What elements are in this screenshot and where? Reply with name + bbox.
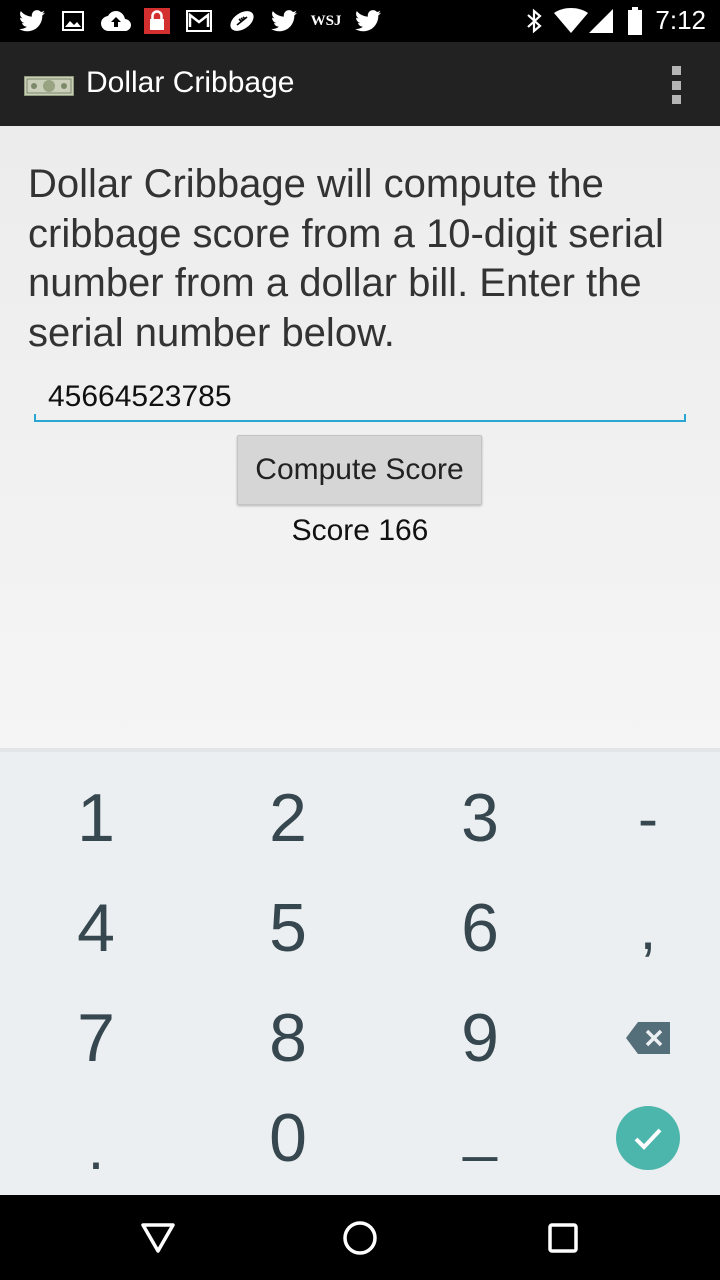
key-5[interactable]: 5	[238, 878, 338, 978]
key-4[interactable]: 4	[46, 878, 146, 978]
twitter-icon	[270, 8, 298, 34]
clock: 7:12	[655, 5, 706, 35]
gmail-icon	[186, 8, 212, 34]
numeric-keyboard: 1 2 3 - 4 5 6 , 7 8 9 . 0 _	[0, 748, 720, 1195]
recents-square-icon[interactable]	[538, 1213, 588, 1263]
score-result: Score 166	[291, 514, 429, 547]
back-triangle-icon[interactable]	[133, 1213, 183, 1263]
home-circle-icon[interactable]	[335, 1213, 385, 1263]
football-icon	[227, 8, 257, 34]
twitter-icon	[18, 8, 46, 34]
key-dash[interactable]: -	[598, 768, 698, 868]
key-2[interactable]: 2	[238, 768, 338, 868]
description-text: Dollar Cribbage will compute the cribbag…	[28, 162, 664, 355]
action-bar: Dollar Cribbage	[0, 42, 720, 126]
battery-icon	[626, 7, 644, 35]
checkmark-icon[interactable]	[598, 1088, 698, 1188]
status-bar: WSJ 7:12	[0, 0, 720, 42]
key-3[interactable]: 3	[430, 768, 530, 868]
wsj-icon: WSJ	[310, 12, 342, 29]
key-7[interactable]: 7	[46, 988, 146, 1088]
signal-icon	[588, 8, 614, 34]
cloud-upload-icon	[100, 8, 132, 34]
image-icon	[62, 8, 84, 34]
navigation-bar	[0, 1195, 720, 1280]
dollar-bill-icon	[23, 75, 75, 97]
compute-score-button[interactable]: Compute Score	[237, 435, 482, 505]
main-content: Dollar Cribbage will compute the cribbag…	[0, 126, 720, 748]
bluetooth-icon	[524, 8, 544, 34]
key-1[interactable]: 1	[46, 768, 146, 868]
wifi-icon	[554, 8, 588, 34]
key-space[interactable]: _	[430, 1078, 530, 1178]
app-title: Dollar Cribbage	[86, 66, 295, 99]
input-underline	[34, 414, 686, 422]
key-6[interactable]: 6	[430, 878, 530, 978]
lock-icon	[144, 8, 170, 34]
key-period[interactable]: .	[46, 1098, 146, 1198]
twitter-icon	[354, 8, 382, 34]
key-9[interactable]: 9	[430, 988, 530, 1088]
key-comma[interactable]: ,	[598, 878, 698, 978]
key-0[interactable]: 0	[238, 1088, 338, 1188]
key-8[interactable]: 8	[238, 988, 338, 1088]
backspace-icon[interactable]	[598, 988, 698, 1088]
overflow-menu-icon[interactable]	[666, 66, 686, 104]
